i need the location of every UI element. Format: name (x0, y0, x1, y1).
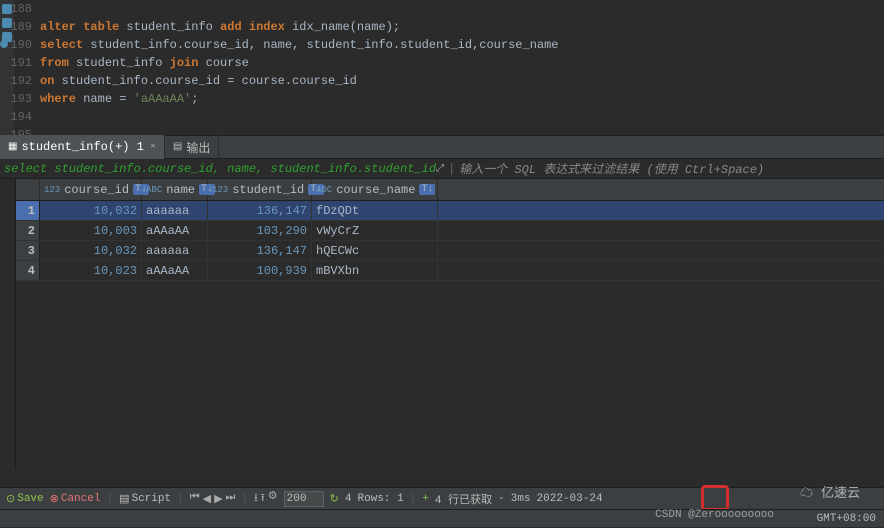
nav-first-icon[interactable]: ⏮ (190, 492, 200, 506)
nav-prev-icon[interactable]: ◀ (203, 492, 211, 506)
table-row[interactable]: 310,032aaaaaa136,147hQECWc (16, 241, 884, 261)
grid-left-gutter (0, 179, 16, 469)
tab-label: 输出 (186, 139, 210, 156)
row-number[interactable]: 1 (16, 201, 40, 220)
col-header-course-id[interactable]: 123course_idT↓ (40, 179, 142, 200)
cell[interactable]: vWyCrZ (312, 221, 438, 240)
col-header-course-name[interactable]: ABCcourse_nameT↓ (312, 179, 438, 200)
cell[interactable]: fDzQDt (312, 201, 438, 220)
cell[interactable]: 10,032 (40, 201, 142, 220)
expand-icon[interactable]: ⤢ (436, 163, 444, 175)
tab-label: student_info(+) 1 (21, 140, 143, 154)
filter-placeholder: 输入一个 SQL 表达式来过滤结果 (使用 Ctrl+Space) (459, 160, 764, 177)
script-button[interactable]: ▤ Script (119, 492, 171, 506)
add-row-icon[interactable]: + (422, 493, 429, 505)
result-grid[interactable]: 123course_idT↓ ABCnameT↓ 123student_idT↓… (16, 179, 884, 469)
row-number[interactable]: 3 (16, 241, 40, 260)
rows-label: Rows: 1 (357, 493, 403, 505)
status-bar: ⊙ Save ⊗ Cancel | ▤ Script | ⏮ ◀ ▶ ⏭ | ⭳… (0, 487, 884, 509)
filter-icon[interactable]: T↓ (419, 184, 435, 195)
col-header-student-id[interactable]: 123student_idT↓ (208, 179, 312, 200)
cell[interactable]: 103,290 (208, 221, 312, 240)
cell[interactable]: aAAaAA (142, 221, 208, 240)
refresh-icon[interactable]: ↻ (330, 492, 339, 506)
tab-result[interactable]: ▦ student_info(+) 1 × (0, 135, 165, 159)
row-number[interactable]: 4 (16, 261, 40, 280)
settings-icon[interactable]: ⚙ (268, 489, 278, 508)
line-number: 192 (0, 72, 40, 90)
close-icon[interactable]: × (150, 142, 156, 153)
cell[interactable]: aaaaaa (142, 241, 208, 260)
cell[interactable]: 10,032 (40, 241, 142, 260)
cancel-button[interactable]: ⊗ Cancel (50, 492, 101, 506)
result-tabs: ▦ student_info(+) 1 × ▤ 输出 (0, 135, 884, 159)
table-row[interactable]: 110,032aaaaaa136,147fDzQDt (16, 201, 884, 221)
line-number: 188 (0, 0, 40, 18)
line-number: 189 (0, 18, 40, 36)
rownum-header[interactable] (16, 179, 40, 200)
table-row[interactable]: 210,003aAAaAA103,290vWyCrZ (16, 221, 884, 241)
row-number[interactable]: 2 (16, 221, 40, 240)
cell[interactable]: 100,939 (208, 261, 312, 280)
highlight-box (701, 485, 729, 511)
watermark-logo: ☁ 亿速云 (800, 482, 860, 501)
fetch-date: 2022-03-24 (537, 493, 603, 505)
nav-last-icon[interactable]: ⏭ (226, 492, 236, 506)
sql-editor[interactable]: 188 189alter table student_info add inde… (0, 0, 884, 135)
divider: | (448, 162, 455, 176)
cell[interactable]: aAAaAA (142, 261, 208, 280)
save-button[interactable]: ⊙ Save (6, 492, 44, 506)
output-icon: ▤ (173, 141, 182, 153)
filter-sql-preview: select student_info.course_id, name, stu… (0, 162, 436, 176)
cell[interactable]: aaaaaa (142, 201, 208, 220)
cell[interactable]: mBVXbn (312, 261, 438, 280)
filter-bar[interactable]: select student_info.course_id, name, stu… (0, 159, 884, 179)
cell[interactable]: 10,023 (40, 261, 142, 280)
grid-header: 123course_idT↓ ABCnameT↓ 123student_idT↓… (16, 179, 884, 201)
table-row[interactable]: 410,023aAAaAA100,939mBVXbn (16, 261, 884, 281)
line-number: 190 (0, 36, 40, 54)
cell[interactable]: 136,147 (208, 201, 312, 220)
rows-arrow: 4 (345, 493, 352, 505)
cell[interactable]: hQECWc (312, 241, 438, 260)
col-header-name[interactable]: ABCnameT↓ (142, 179, 208, 200)
fetch-time: 3ms (511, 493, 531, 505)
page-size-input[interactable] (284, 491, 324, 507)
line-number: 195 (0, 126, 40, 135)
tab-output[interactable]: ▤ 输出 (165, 135, 219, 159)
line-number: 193 (0, 90, 40, 108)
fetch-status: 4 行已获取 (435, 491, 492, 507)
watermark-csdn: CSDN @Zerooooooooo (655, 509, 774, 521)
cell[interactable]: 10,003 (40, 221, 142, 240)
cell[interactable]: 136,147 (208, 241, 312, 260)
export-icon[interactable]: ⭱ (261, 489, 265, 508)
table-icon: ▦ (8, 141, 17, 153)
line-number: 194 (0, 108, 40, 126)
line-number: 191 (0, 54, 40, 72)
nav-next-icon[interactable]: ▶ (214, 492, 222, 506)
import-icon[interactable]: ⭳ (254, 489, 258, 508)
